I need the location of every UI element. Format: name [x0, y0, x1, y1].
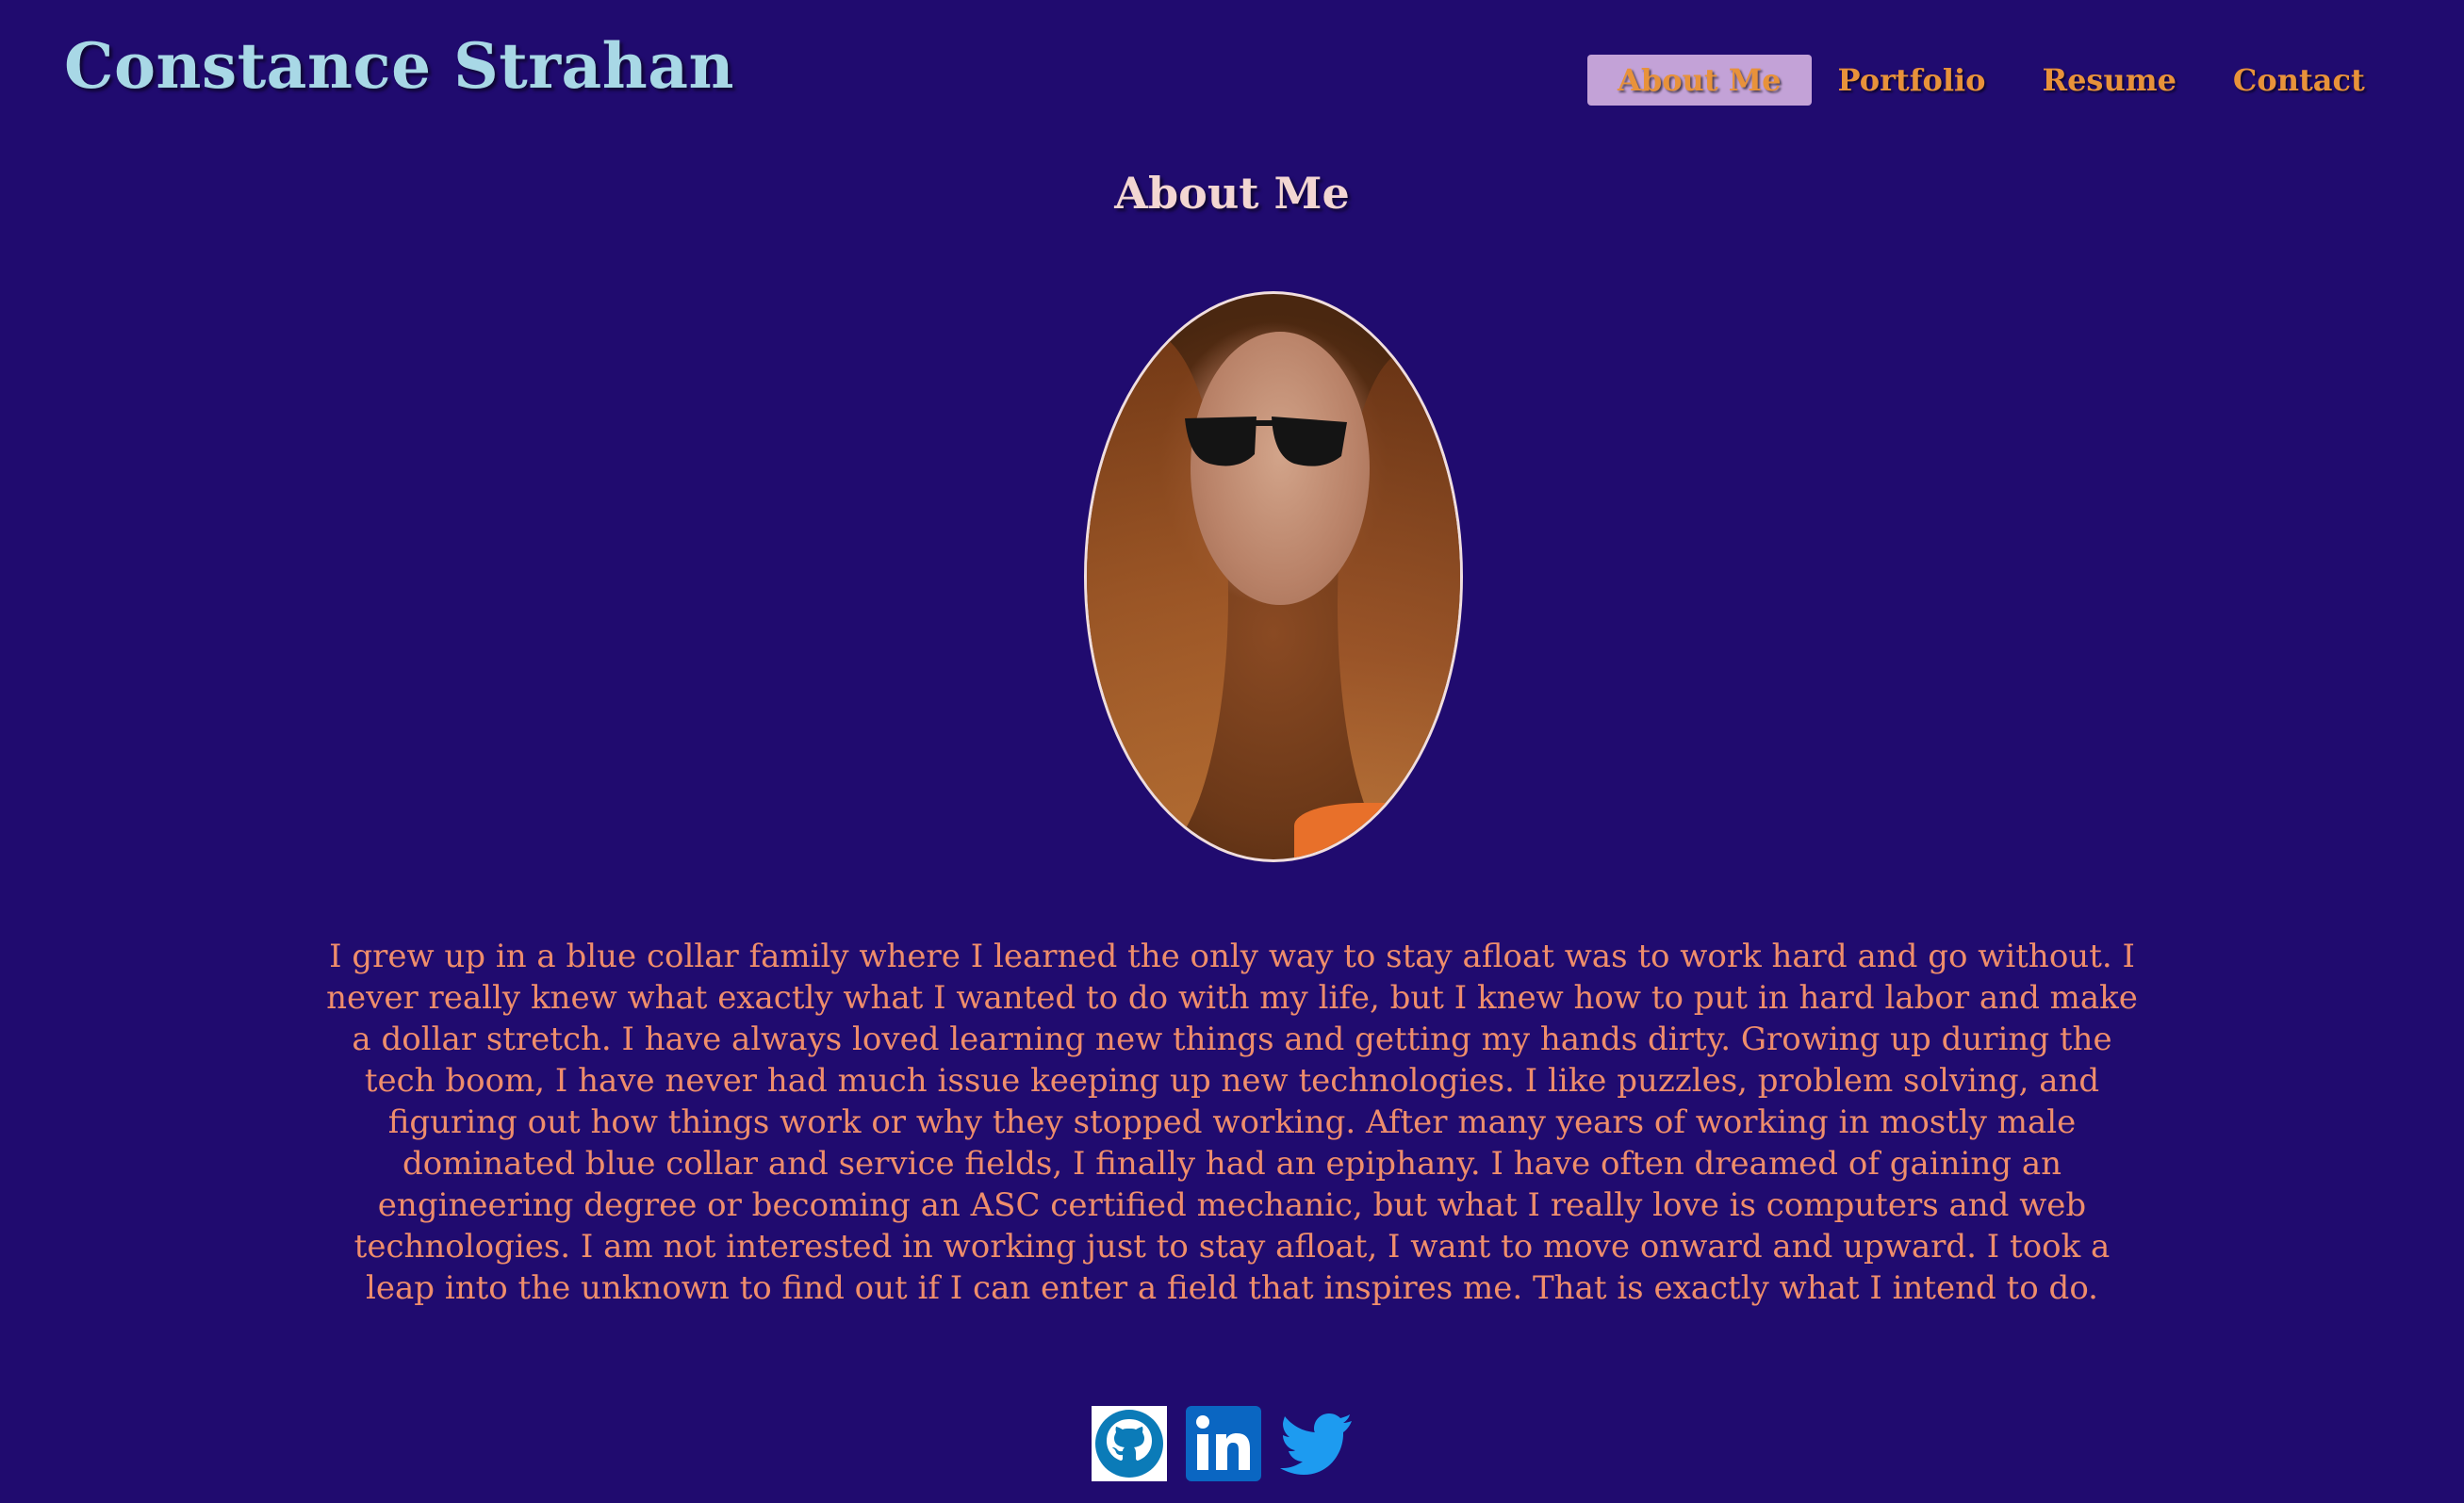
twitter-icon [1280, 1413, 1352, 1475]
nav-resume[interactable]: Resume [2042, 55, 2176, 106]
social-links [1092, 1406, 1355, 1481]
github-icon [1092, 1406, 1167, 1481]
main-nav: About Me Portfolio Resume Contact [1587, 55, 2422, 106]
profile-photo [1084, 291, 1463, 862]
linkedin-link[interactable] [1186, 1406, 1261, 1481]
linkedin-icon [1186, 1406, 1261, 1481]
bio-text: I grew up in a blue collar family where … [326, 938, 2138, 1307]
site-name[interactable]: Constance Strahan [64, 28, 734, 104]
page-title: About Me [1114, 168, 1350, 219]
twitter-link[interactable] [1280, 1406, 1355, 1481]
github-link[interactable] [1092, 1406, 1167, 1481]
sunglasses [1185, 417, 1347, 466]
nav-about-me[interactable]: About Me [1587, 55, 1812, 106]
nav-contact[interactable]: Contact [2233, 55, 2365, 106]
nav-portfolio[interactable]: Portfolio [1838, 55, 1986, 106]
